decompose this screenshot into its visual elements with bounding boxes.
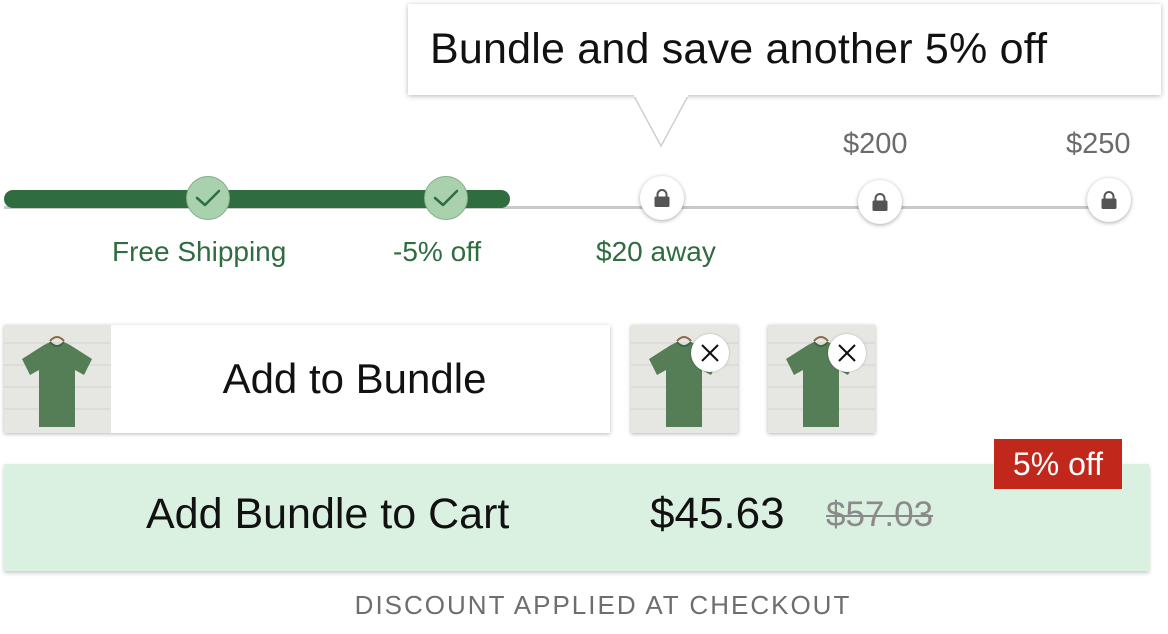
add-to-bundle-label: Add to Bundle — [222, 355, 487, 402]
lock-icon — [654, 189, 670, 207]
milestone-200 — [858, 180, 902, 224]
discount-badge: 5% off — [994, 439, 1122, 489]
check-icon — [195, 189, 221, 207]
add-to-bundle-button[interactable]: Add to Bundle — [4, 325, 610, 433]
close-icon — [701, 344, 719, 362]
tier-price-200: $200 — [843, 128, 908, 160]
tooltip-bubble: Bundle and save another 5% off — [408, 4, 1161, 95]
add-bundle-to-cart-button[interactable]: Add Bundle to Cart $45.63 $57.03 — [4, 464, 1149, 571]
tshirt-image — [4, 325, 111, 433]
tier-label-free-shipping: Free Shipping — [112, 236, 287, 267]
original-price: $57.03 — [826, 495, 934, 534]
milestone-250 — [1087, 178, 1131, 222]
lock-icon — [872, 193, 888, 211]
close-icon — [838, 344, 856, 362]
checkout-note: DISCOUNT APPLIED AT CHECKOUT — [354, 590, 852, 620]
product-thumbnail — [4, 325, 111, 433]
bundle-item — [631, 325, 738, 433]
tier-label-away: $20 away — [596, 236, 716, 267]
tooltip-arrow — [634, 92, 688, 148]
bundle-item — [768, 325, 875, 433]
lock-icon — [1101, 191, 1117, 209]
tier-label-5-off: -5% off — [393, 236, 482, 267]
tier-price-250: $250 — [1066, 128, 1131, 160]
milestone-5-off — [424, 176, 468, 220]
cart-button-label: Add Bundle to Cart — [146, 490, 510, 538]
check-icon — [433, 189, 459, 207]
tooltip-text: Bundle and save another 5% off — [430, 25, 1048, 73]
remove-item-button[interactable] — [691, 334, 729, 372]
bundle-price: $45.63 — [650, 489, 785, 538]
milestone-free-shipping — [186, 176, 230, 220]
milestone-next — [640, 176, 684, 220]
remove-item-button[interactable] — [828, 334, 866, 372]
